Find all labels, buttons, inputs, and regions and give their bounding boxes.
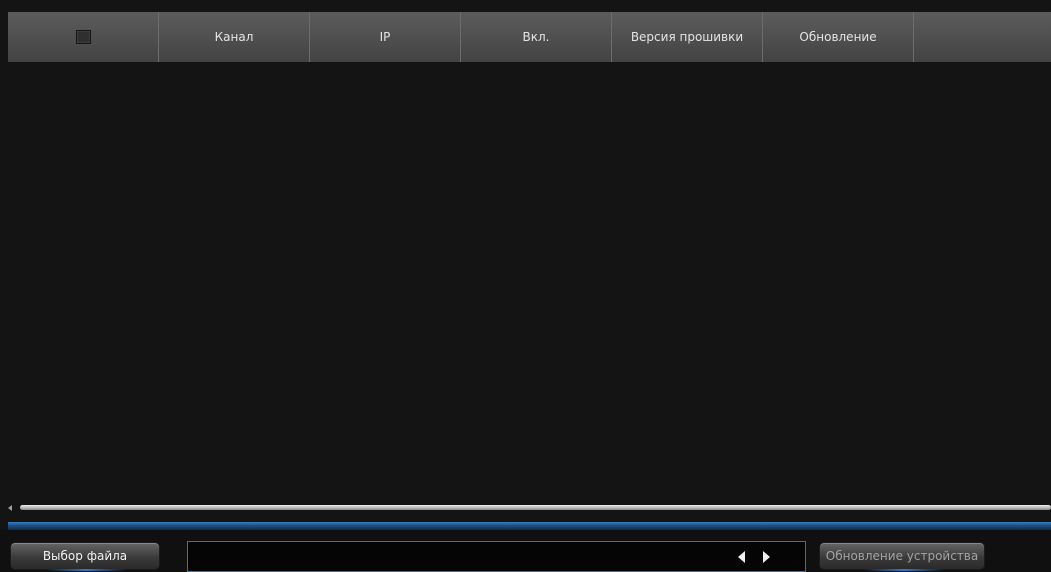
choose-file-button-highlight (46, 569, 126, 571)
footer-divider (8, 522, 1051, 530)
footer-bar: Выбор файла Обновление устройства (0, 530, 1051, 572)
file-path-field[interactable] (187, 541, 806, 572)
select-all-checkbox[interactable] (75, 30, 91, 44)
horizontal-scrollbar[interactable] (8, 503, 1051, 513)
scroll-left-arrow-icon[interactable] (8, 505, 12, 511)
column-header-firmware-version[interactable]: Версия прошивки (612, 12, 763, 62)
update-device-button[interactable]: Обновление устройства (819, 542, 985, 570)
column-header-blank (914, 12, 1051, 62)
device-list (8, 62, 1051, 498)
next-arrow-icon[interactable] (763, 551, 770, 563)
previous-arrow-icon[interactable] (738, 551, 745, 563)
update-device-button-highlight (864, 569, 944, 571)
column-header-ip[interactable]: IP (310, 12, 461, 62)
table-header: Канал IP Вкл. Версия прошивки Обновление (8, 12, 1051, 62)
firmware-upgrade-screen: Канал IP Вкл. Версия прошивки Обновление… (0, 0, 1051, 572)
column-header-channel[interactable]: Канал (159, 12, 310, 62)
column-header-enabled[interactable]: Вкл. (461, 12, 612, 62)
select-all-column (8, 12, 159, 62)
column-header-update[interactable]: Обновление (763, 12, 914, 62)
choose-file-button[interactable]: Выбор файла (10, 542, 160, 570)
scrollbar-thumb[interactable] (20, 505, 1051, 510)
